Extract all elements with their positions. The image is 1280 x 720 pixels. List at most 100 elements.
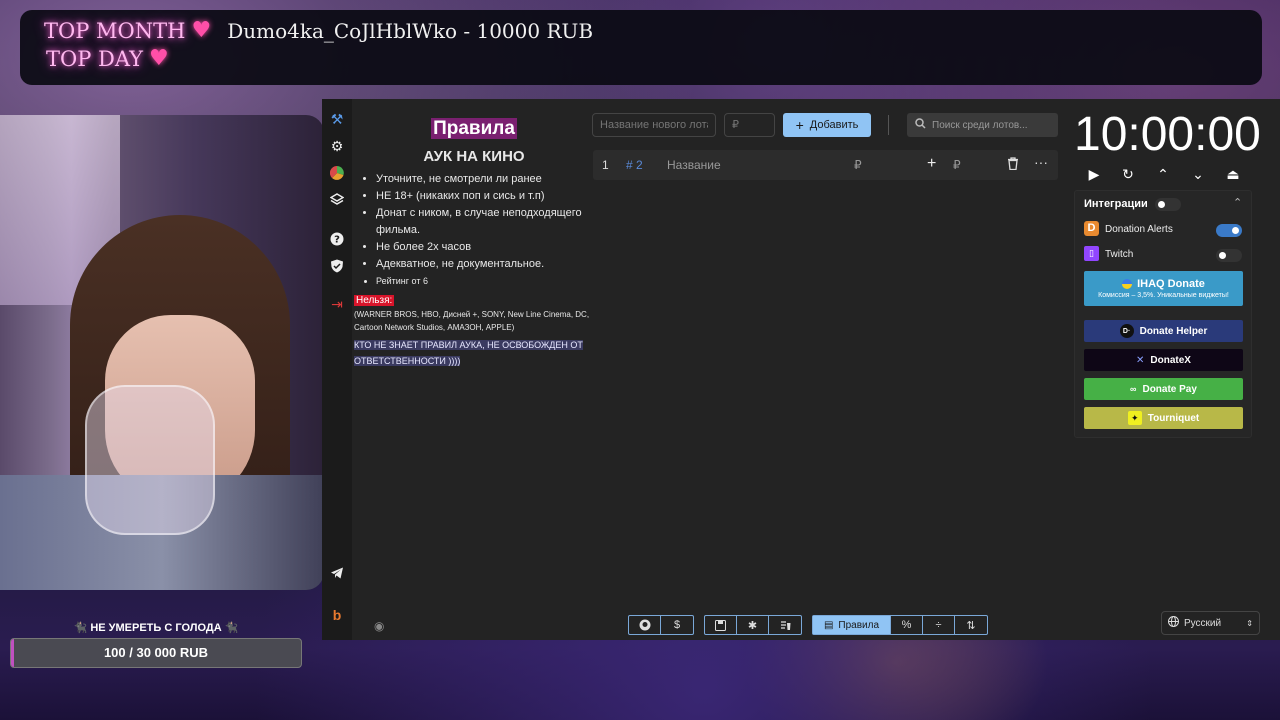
- help-icon[interactable]: ?: [327, 229, 347, 249]
- rule-item: Рейтинг от 6: [376, 273, 594, 290]
- tab-rules[interactable]: ▤ Правила: [813, 616, 891, 634]
- dollar-icon[interactable]: $: [661, 616, 693, 634]
- donate-helper-icon: D·: [1119, 324, 1134, 338]
- language-value: Русский: [1184, 617, 1222, 629]
- rule-item: НЕ 18+ (никаких поп и сись и т.п): [376, 188, 594, 205]
- service-name: IHAQ Donate: [1137, 278, 1205, 290]
- clear-list-icon[interactable]: [769, 616, 801, 634]
- twitch-toggle[interactable]: [1216, 249, 1242, 262]
- tourniquet-icon: ✦: [1127, 411, 1142, 425]
- select-chevron-icon: ⇕: [1246, 618, 1253, 628]
- donation-alerts-icon: D: [1084, 221, 1099, 236]
- rule-item: Не более 2х часов: [376, 239, 594, 256]
- lot-search-input[interactable]: Поиск среди лотов...: [907, 113, 1058, 137]
- boosty-icon[interactable]: b: [327, 605, 347, 625]
- service-note: Комиссия – 3,5%. Уникальные виджеты!: [1098, 292, 1229, 299]
- service-name: Donate Helper: [1139, 325, 1208, 337]
- donation-alerts-toggle[interactable]: [1216, 224, 1242, 237]
- chevron-up-icon[interactable]: ⌃: [1152, 163, 1174, 185]
- bug-icon[interactable]: ✱: [737, 616, 769, 634]
- divide-icon[interactable]: ÷: [923, 616, 955, 634]
- top-month-label: TOP MONTH: [44, 18, 186, 43]
- donatex-button[interactable]: ✕ DonateX: [1084, 349, 1243, 371]
- lot-row: 1 # 2 Название ₽ + ₽ ···: [593, 150, 1058, 180]
- sort-icon[interactable]: ⇅: [955, 616, 987, 634]
- rules-title: Правила: [431, 118, 517, 139]
- heart-icon: ♥: [149, 46, 169, 71]
- rules-warning: КТО НЕ ЗНАЕТ ПРАВИЛ АУКА, НЕ ОСВОБОЖДЕН …: [354, 340, 583, 366]
- hammer-icon[interactable]: ⚒: [327, 109, 347, 129]
- more-icon[interactable]: ···: [1034, 154, 1048, 170]
- github-icon[interactable]: [629, 616, 661, 634]
- rules-tab-icon: ▤: [823, 619, 834, 631]
- globe-icon: [1168, 616, 1179, 630]
- rule-item: Донат с ником, в случае неподходящего фи…: [376, 205, 594, 239]
- toolbar-divider: [888, 115, 889, 135]
- play-icon[interactable]: ▶: [1083, 163, 1105, 185]
- ihaq-donate-button[interactable]: IHAQ Donate Комиссия – 3,5%. Уникальные …: [1084, 271, 1243, 306]
- lot-id: # 2: [626, 158, 643, 172]
- layers-icon[interactable]: [327, 190, 347, 210]
- language-select[interactable]: Русский ⇕: [1161, 611, 1260, 635]
- integrations-panel: Интеграции ⌃ D Donation Alerts ▯ Twitch …: [1074, 190, 1252, 438]
- trash-icon[interactable]: [1007, 157, 1019, 173]
- svg-text:?: ?: [334, 235, 340, 246]
- rule-item: Уточните, не смотрели ли ранее: [376, 171, 594, 188]
- integration-name: Twitch: [1105, 249, 1134, 260]
- heart-icon: ♥: [191, 18, 212, 43]
- twitch-icon: ▯: [1084, 246, 1099, 261]
- eye-icon[interactable]: ◉: [374, 619, 384, 633]
- add-lot-button[interactable]: + Добавить: [783, 113, 871, 137]
- rules-list: Уточните, не смотрели ли ранее НЕ 18+ (н…: [376, 171, 594, 290]
- tourniquet-button[interactable]: ✦ Tourniquet: [1084, 407, 1243, 429]
- search-icon: [915, 118, 926, 132]
- lot-amount-input[interactable]: [724, 113, 775, 137]
- percent-icon[interactable]: %: [891, 616, 923, 634]
- donate-helper-button[interactable]: D· Donate Helper: [1084, 320, 1243, 342]
- forbidden-label: Нельзя:: [354, 295, 395, 306]
- integrations-title: Интеграции: [1084, 198, 1148, 210]
- goal-progress-fill: [11, 639, 15, 667]
- rule-item: Адекватное, не документальное.: [376, 256, 594, 273]
- donate-pay-button[interactable]: ∞ Donate Pay: [1084, 378, 1243, 400]
- actions-group: ✱: [704, 615, 802, 635]
- lot-name-field[interactable]: Название: [667, 158, 721, 172]
- goal-progress-text: 100 / 30 000 RUB: [103, 645, 209, 660]
- auction-app: ⚒ ⚙ ? ⇥ b Правила АУК НА КИНО Уточните, …: [322, 99, 1280, 640]
- rules-tab-label: Правила: [838, 619, 880, 631]
- integration-name: Donation Alerts: [1105, 224, 1173, 235]
- add-lot-label: Добавить: [809, 119, 859, 131]
- goal-progress-bar: 100 / 30 000 RUB: [10, 638, 302, 668]
- x-icon: ✕: [1136, 354, 1145, 366]
- lot-amount-field[interactable]: ₽: [854, 158, 862, 172]
- lot-index: 1: [602, 158, 609, 172]
- top-month-line: TOP MONTH ♥ Dumo4ka_CoJlHblWko - 10000 R…: [44, 18, 593, 43]
- telegram-icon[interactable]: [327, 563, 347, 583]
- auction-timer: 10:00:00: [1074, 108, 1261, 161]
- donate-pay-icon: ∞: [1130, 384, 1137, 394]
- top-donor-name: Dumo4ka_CoJlHblWko - 10000 RUB: [227, 18, 594, 43]
- reset-icon[interactable]: ↻: [1117, 163, 1139, 185]
- chevron-down-icon[interactable]: ⌄: [1187, 163, 1209, 185]
- collapse-chevron-icon[interactable]: ⌃: [1233, 196, 1242, 209]
- bottom-toolbar: $ ✱ ▤ Правила % ÷ ⇅: [628, 615, 998, 635]
- top-day-label: TOP DAY: [46, 46, 144, 71]
- add-amount-icon[interactable]: +: [927, 155, 936, 173]
- logout-icon[interactable]: ⇥: [327, 294, 347, 314]
- rules-subtitle: АУК НА КИНО: [423, 148, 525, 165]
- shield-icon[interactable]: [327, 256, 347, 276]
- forbidden-list: (WARNER BROS, HBO, Дисней +, SONY, New L…: [354, 310, 590, 332]
- double-chevron-up-icon[interactable]: ⏏: [1222, 163, 1244, 185]
- top-day-line: TOP DAY ♥: [46, 46, 169, 71]
- wheel-icon[interactable]: [327, 163, 347, 183]
- service-name: DonateX: [1150, 354, 1191, 366]
- integrations-toggle[interactable]: [1155, 198, 1181, 211]
- lot-name-input[interactable]: [592, 113, 716, 137]
- add-amount-field[interactable]: ₽: [953, 158, 961, 172]
- save-icon[interactable]: [705, 616, 737, 634]
- goal-title: 🐈‍⬛ НЕ УМЕРЕТЬ С ГОЛОДА 🐈‍⬛: [73, 622, 239, 634]
- gear-icon[interactable]: ⚙: [327, 136, 347, 156]
- ihaq-icon: [1122, 279, 1133, 289]
- webcam-feed: [0, 115, 324, 590]
- search-placeholder: Поиск среди лотов...: [932, 119, 1028, 131]
